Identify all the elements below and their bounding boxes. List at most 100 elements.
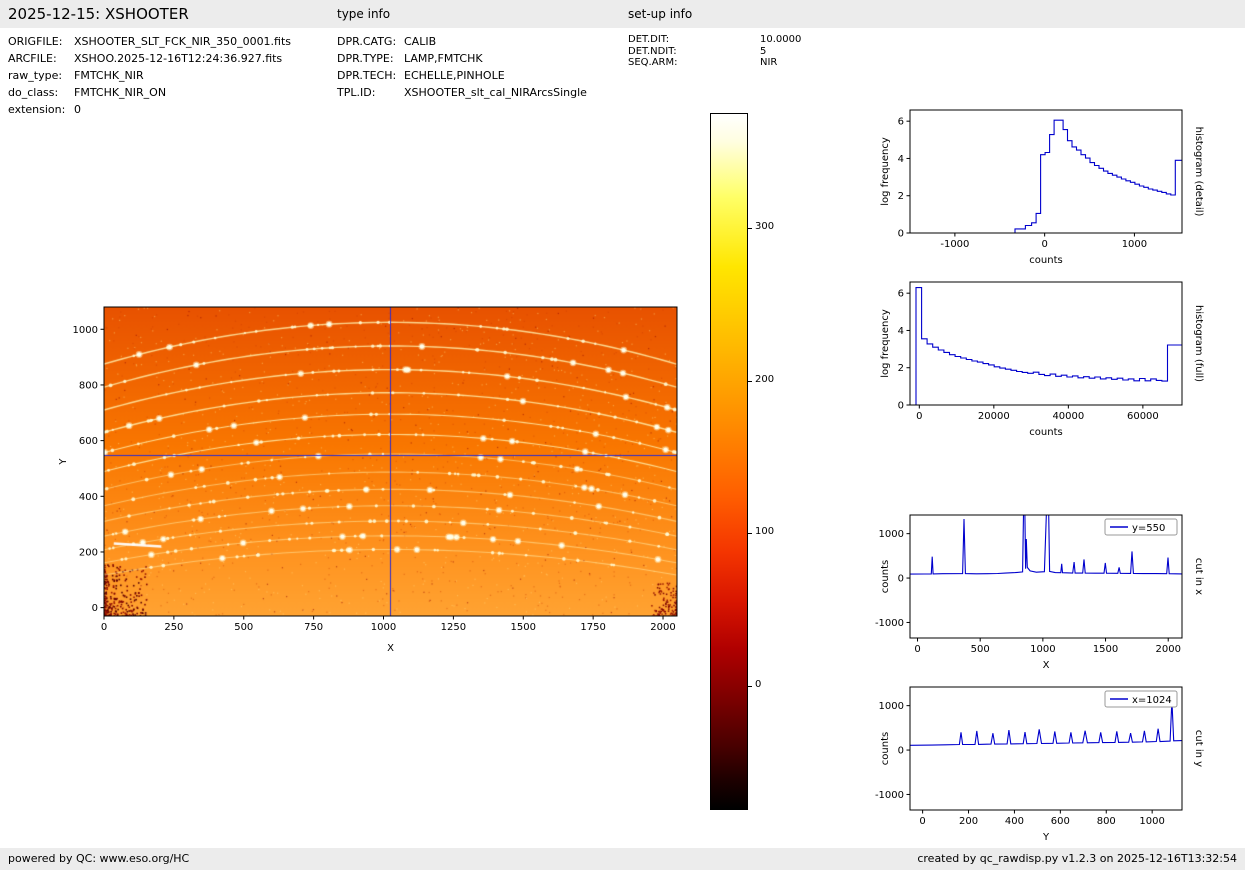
x-tick-label: 0 [914, 644, 920, 655]
x-tick-label: 200 [959, 816, 978, 827]
y-tick-label: 600 [79, 436, 98, 447]
x-tick-label: -1000 [940, 239, 969, 250]
colorbar-tick [748, 381, 752, 382]
field-value: NIR [760, 57, 777, 69]
x-tick-label: 2000 [650, 622, 675, 633]
legend-label: y=550 [1132, 523, 1165, 534]
x-tick-label: 0 [1041, 239, 1047, 250]
detector-axes: 0250500750100012501500175020000200400600… [52, 285, 742, 660]
info-row: DET.NDIT:5 [628, 46, 801, 58]
y-tick-label: 1000 [879, 529, 904, 540]
field-value: FMTCHK_NIR [74, 67, 144, 84]
colorbar-tick-label: 100 [755, 526, 774, 537]
x-tick-label: 800 [1097, 816, 1116, 827]
footer-left-text[interactable]: powered by QC: www.eso.org/HC [8, 852, 189, 865]
y-tick-label: 0 [898, 746, 904, 757]
field-label: do_class: [8, 84, 74, 101]
colorbar-tick [748, 228, 752, 229]
y-axis-label: log frequency [880, 137, 891, 206]
y-tick-label: 6 [898, 289, 904, 300]
y-tick-label: 1000 [73, 325, 98, 336]
field-value: XSHOO.2025-12-16T12:24:36.927.fits [74, 50, 282, 67]
y-axis-label: counts [880, 560, 891, 593]
type-info-block: DPR.CATG:CALIB DPR.TYPE:LAMP,FMTCHK DPR.… [337, 33, 587, 101]
field-value: 10.0000 [760, 34, 801, 46]
x-axis-label: X [1043, 660, 1050, 671]
x-tick-label: 0 [916, 411, 922, 422]
file-info-block: ORIGFILE:XSHOOTER_SLT_FCK_NIR_350_0001.f… [8, 33, 291, 118]
x-tick-label: 750 [304, 622, 323, 633]
x-tick-label: 1000 [1139, 816, 1164, 827]
y-tick-label: 4 [898, 154, 904, 165]
field-label: ARCFILE: [8, 50, 74, 67]
right-axis-label: histogram (detail) [1193, 127, 1204, 217]
y-axis-label: Y [58, 458, 69, 466]
field-label: ORIGFILE: [8, 33, 74, 50]
colorbar-tick-label: 0 [755, 679, 761, 690]
field-label: extension: [8, 101, 74, 118]
field-label: DPR.TYPE: [337, 50, 404, 67]
y-axis-label: counts [880, 732, 891, 765]
x-tick-label: 40000 [1052, 411, 1084, 422]
right-axis-label: cut in x [1193, 558, 1204, 595]
info-row: ORIGFILE:XSHOOTER_SLT_FCK_NIR_350_0001.f… [8, 33, 291, 50]
x-tick-label: 2000 [1155, 644, 1180, 655]
y-tick-label: 6 [898, 117, 904, 128]
field-label: TPL.ID: [337, 84, 404, 101]
x-tick-label: 0 [919, 816, 925, 827]
cut-in-y-plot: 02004006008001000-100001000Ycountscut in… [858, 672, 1243, 862]
x-tick-label: 1750 [580, 622, 605, 633]
info-row: DPR.TECH:ECHELLE,PINHOLE [337, 67, 587, 84]
x-tick-label: 600 [1051, 816, 1070, 827]
field-value: CALIB [404, 33, 436, 50]
field-value: XSHOOTER_SLT_FCK_NIR_350_0001.fits [74, 33, 291, 50]
header-bar: 2025-12-15: XSHOOTER type info set-up in… [0, 0, 1245, 28]
y-axis-label: log frequency [880, 309, 891, 378]
x-tick-label: 1000 [1122, 239, 1147, 250]
x-tick-label: 1000 [371, 622, 396, 633]
setup-info-heading: set-up info [628, 7, 692, 21]
info-row: DET.DIT:10.0000 [628, 34, 801, 46]
type-info-heading: type info [337, 7, 390, 21]
field-value: 5 [760, 46, 766, 58]
right-axis-label: cut in y [1193, 730, 1204, 767]
y-tick-label: 2 [898, 191, 904, 202]
x-axis-label: counts [1029, 255, 1062, 266]
field-label: DPR.CATG: [337, 33, 404, 50]
x-tick-label: 1000 [1030, 644, 1055, 655]
right-axis-label: histogram (full) [1193, 305, 1204, 382]
histogram-detail-plot: -1000 0 1000 0 2 4 6 counts log frequency histogr… [858, 95, 1243, 285]
y-tick-label: 4 [898, 326, 904, 337]
info-row: ARCFILE:XSHOO.2025-12-16T12:24:36.927.fi… [8, 50, 291, 67]
x-tick-label: 250 [164, 622, 183, 633]
x-axis-label: counts [1029, 427, 1062, 438]
page-title: 2025-12-15: XSHOOTER [8, 5, 189, 23]
y-tick-label: 0 [898, 401, 904, 412]
info-row: extension:0 [8, 101, 291, 118]
colorbar-tick-label: 300 [755, 221, 774, 232]
y-tick-label: 1000 [879, 701, 904, 712]
field-label: DET.NDIT: [628, 46, 760, 58]
footer-right-text: created by qc_rawdisp.py v1.2.3 on 2025-… [917, 852, 1237, 865]
x-axis-label: X [387, 643, 394, 654]
field-value: LAMP,FMTCHK [404, 50, 483, 67]
field-value: FMTCHK_NIR_ON [74, 84, 166, 101]
field-label: raw_type: [8, 67, 74, 84]
info-row: TPL.ID:XSHOOTER_slt_cal_NIRArcsSingle [337, 84, 587, 101]
x-tick-label: 1250 [441, 622, 466, 633]
histogram-full-plot: 02000040000600000246countslog frequencyh… [858, 267, 1243, 457]
cut-in-x-plot: 0500100015002000-100001000Xcountscut in … [858, 500, 1243, 690]
info-row: DPR.CATG:CALIB [337, 33, 587, 50]
y-tick-label: 200 [79, 547, 98, 558]
info-row: do_class:FMTCHK_NIR_ON [8, 84, 291, 101]
colorbar-tick [748, 686, 752, 687]
info-row: raw_type:FMTCHK_NIR [8, 67, 291, 84]
qc-report-page: 2025-12-15: XSHOOTER type info set-up in… [0, 0, 1245, 870]
x-tick-label: 60000 [1127, 411, 1159, 422]
info-row: DPR.TYPE:LAMP,FMTCHK [337, 50, 587, 67]
y-tick-label: 0 [898, 574, 904, 585]
y-tick-label: 0 [898, 229, 904, 240]
field-label: SEQ.ARM: [628, 57, 760, 69]
x-tick-label: 400 [1005, 816, 1024, 827]
field-value: XSHOOTER_slt_cal_NIRArcsSingle [404, 84, 587, 101]
